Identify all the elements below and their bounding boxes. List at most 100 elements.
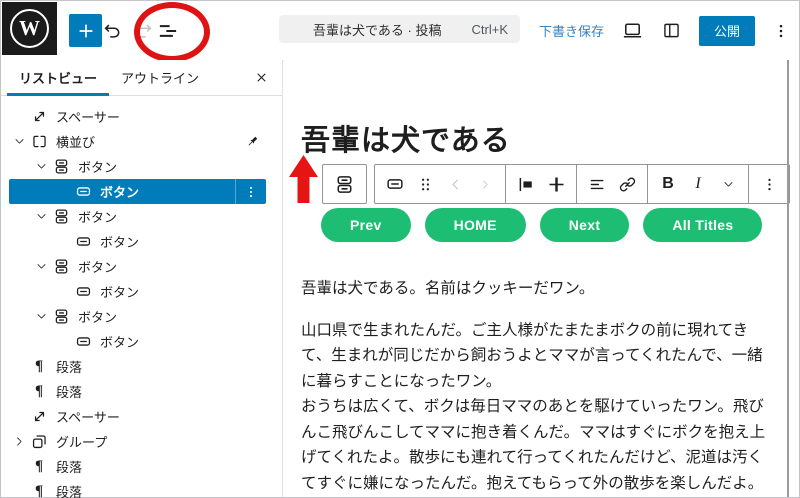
toolbar-group bbox=[375, 165, 505, 203]
list-view-item-spacer[interactable]: スペーサー bbox=[9, 104, 266, 129]
paragraph-block[interactable]: 山口県で生まれたんだ。ご主人様がたまたまボクの前に現れてき て、生まれが同じだか… bbox=[301, 318, 779, 498]
block-label: 段落 bbox=[56, 482, 82, 498]
list-view-item-spacer[interactable]: スペーサー bbox=[9, 404, 266, 429]
editor-topbar: W 吾輩は犬である · 投稿 Ctrl+K 下書き保存 bbox=[1, 1, 799, 61]
list-view-item-buttons[interactable]: ボタン bbox=[9, 204, 266, 229]
block-label: ボタン bbox=[78, 257, 117, 276]
wordpress-editor-window: W 吾輩は犬である · 投稿 Ctrl+K 下書き保存 bbox=[0, 0, 800, 498]
button-row-block: Prev HOME Next All Titles bbox=[321, 208, 762, 242]
list-view-item-buttons[interactable]: ボタン bbox=[9, 154, 266, 179]
tab-outline[interactable]: アウトライン bbox=[109, 60, 211, 95]
preview-icon[interactable] bbox=[621, 19, 644, 42]
chevron-left-icon bbox=[440, 168, 470, 200]
chevron-down-icon[interactable] bbox=[713, 168, 743, 200]
block-label: スペーサー bbox=[56, 107, 120, 126]
buttons-icon bbox=[51, 207, 71, 226]
chevron-down-icon[interactable] bbox=[31, 210, 51, 223]
list-view-item-paragraph[interactable]: ¶ 段落 bbox=[9, 354, 266, 379]
justify-left-icon[interactable] bbox=[511, 168, 541, 200]
redo-button[interactable] bbox=[132, 20, 154, 42]
document-overview-button[interactable] bbox=[155, 18, 181, 44]
paragraph-icon: ¶ bbox=[29, 358, 49, 375]
wordpress-logo: W bbox=[10, 9, 49, 48]
list-view-item-button[interactable]: ボタン bbox=[9, 229, 266, 254]
block-label: ボタン bbox=[78, 157, 117, 176]
post-title[interactable]: 吾輩は犬である bbox=[301, 117, 511, 159]
close-icon[interactable] bbox=[254, 60, 269, 95]
list-view-sidebar: リストビュー アウトライン スペーサー横並びボタンボタンボタンボタンボタンボタン… bbox=[1, 60, 283, 497]
bold-label[interactable]: B bbox=[653, 168, 683, 200]
toolbar-group bbox=[576, 165, 647, 203]
button-parent-icon[interactable] bbox=[380, 168, 410, 200]
nav-button-home[interactable]: HOME bbox=[425, 208, 526, 242]
group-icon bbox=[29, 432, 49, 451]
nav-button-prev[interactable]: Prev bbox=[321, 208, 411, 242]
scrollbar[interactable] bbox=[787, 60, 789, 497]
list-view-item-button[interactable]: ボタン bbox=[9, 279, 266, 304]
align-vertical-center-icon[interactable] bbox=[541, 168, 571, 200]
editor-canvas: 吾輩は犬である BI Prev HOME Next All Titles 吾輩は犬であ… bbox=[284, 60, 799, 497]
tab-list-view[interactable]: リストビュー bbox=[7, 60, 109, 95]
annotation-red-arrow bbox=[289, 155, 318, 203]
chevron-right-icon[interactable] bbox=[9, 435, 29, 448]
list-view-item-row[interactable]: 横並び bbox=[9, 129, 266, 154]
document-title: 吾輩は犬である · 投稿 bbox=[291, 20, 464, 39]
list-view-item-group[interactable]: グループ bbox=[9, 429, 266, 454]
command-center[interactable]: 吾輩は犬である · 投稿 Ctrl+K bbox=[279, 15, 520, 43]
wordpress-menu-button[interactable]: W bbox=[2, 2, 57, 55]
shortcut-hint: Ctrl+K bbox=[472, 22, 508, 37]
block-label: ボタン bbox=[78, 307, 117, 326]
text-lines-icon[interactable] bbox=[582, 168, 612, 200]
block-label: ボタン bbox=[100, 182, 139, 201]
block-label: 段落 bbox=[56, 357, 82, 376]
paragraph-icon: ¶ bbox=[29, 383, 49, 400]
link-icon[interactable] bbox=[612, 168, 642, 200]
chevron-down-icon[interactable] bbox=[31, 260, 51, 273]
italic-label[interactable]: I bbox=[683, 168, 713, 200]
buttons-icon bbox=[51, 257, 71, 276]
button-icon bbox=[73, 182, 93, 201]
toolbar-group bbox=[505, 165, 576, 203]
nav-button-all-titles[interactable]: All Titles bbox=[643, 208, 762, 242]
add-block-button[interactable] bbox=[69, 14, 102, 47]
block-label: グループ bbox=[56, 432, 107, 451]
list-view-item-paragraph[interactable]: ¶ 段落 bbox=[9, 479, 266, 498]
chevron-down-icon[interactable] bbox=[9, 135, 29, 148]
block-label: 段落 bbox=[56, 457, 82, 476]
chevron-down-icon[interactable] bbox=[31, 310, 51, 323]
block-label: ボタン bbox=[78, 207, 117, 226]
button-icon bbox=[73, 232, 93, 251]
button-icon bbox=[73, 282, 93, 301]
block-label: ボタン bbox=[100, 232, 139, 251]
buttons-block-icon[interactable] bbox=[330, 168, 360, 200]
buttons-icon bbox=[51, 157, 71, 176]
block-label: ボタン bbox=[100, 332, 139, 351]
save-draft-button[interactable]: 下書き保存 bbox=[539, 21, 604, 40]
sidebar-tabs: リストビュー アウトライン bbox=[1, 60, 282, 96]
buttons-icon bbox=[51, 307, 71, 326]
pin-icon bbox=[245, 134, 260, 149]
block-tree: スペーサー横並びボタンボタンボタンボタンボタンボタンボタンボタン¶段落¶段落スペ… bbox=[1, 96, 282, 498]
list-view-item-buttons[interactable]: ボタン bbox=[9, 254, 266, 279]
chevron-right-icon bbox=[470, 168, 500, 200]
paragraph-icon: ¶ bbox=[29, 458, 49, 475]
block-label: ボタン bbox=[100, 282, 139, 301]
list-view-item-buttons[interactable]: ボタン bbox=[9, 304, 266, 329]
drag-handle-icon[interactable] bbox=[410, 168, 440, 200]
options-kebab-icon[interactable] bbox=[772, 22, 790, 40]
paragraph-block[interactable]: 吾輩は犬である。名前はクッキーだワン。 bbox=[301, 276, 779, 302]
block-toolbar: BI bbox=[322, 164, 790, 204]
chevron-down-icon[interactable] bbox=[31, 160, 51, 173]
nav-button-next[interactable]: Next bbox=[540, 208, 630, 242]
button-icon bbox=[73, 332, 93, 351]
settings-panel-icon[interactable] bbox=[661, 20, 682, 41]
kebab-icon[interactable] bbox=[754, 168, 784, 200]
publish-button[interactable]: 公開 bbox=[699, 16, 755, 46]
list-view-item-button[interactable]: ボタン bbox=[9, 179, 266, 204]
list-view-item-button[interactable]: ボタン bbox=[9, 329, 266, 354]
paragraph-icon: ¶ bbox=[29, 483, 49, 498]
list-view-item-paragraph[interactable]: ¶段落 bbox=[9, 379, 266, 404]
undo-button[interactable] bbox=[102, 20, 124, 42]
block-options-kebab-icon[interactable] bbox=[235, 179, 266, 204]
list-view-item-paragraph[interactable]: ¶ 段落 bbox=[9, 454, 266, 479]
